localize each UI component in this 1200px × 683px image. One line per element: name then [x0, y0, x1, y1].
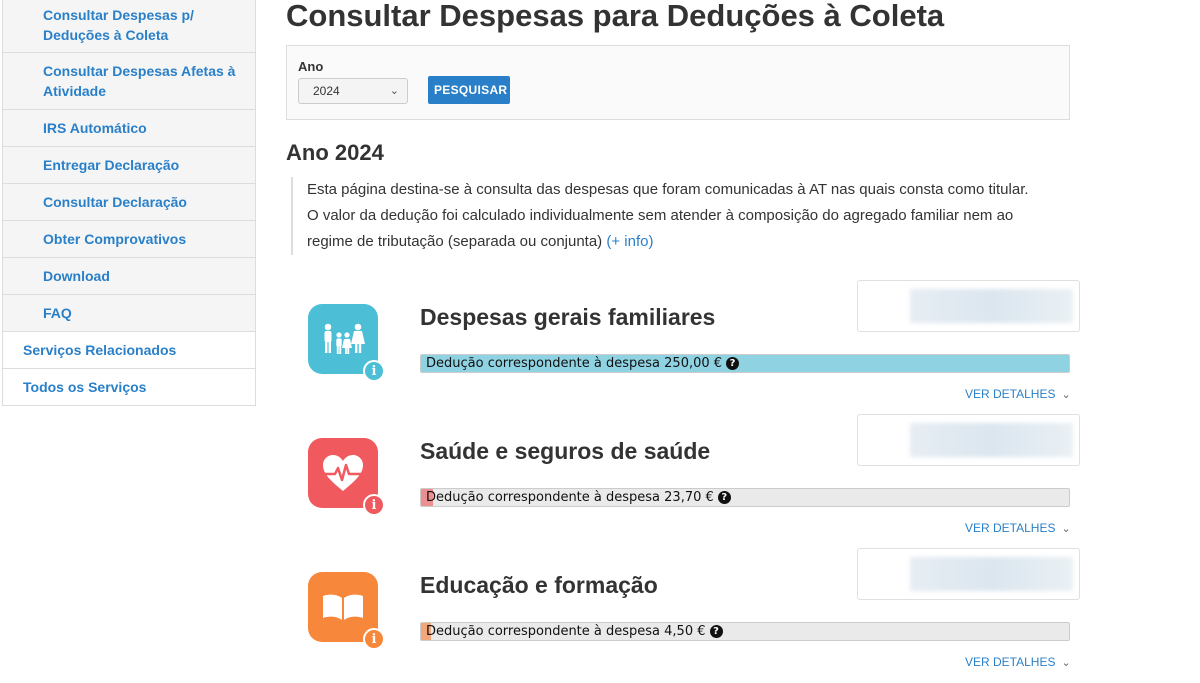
chevron-down-icon: ⌄ [1061, 389, 1071, 401]
category-title: Despesas gerais familiares [420, 304, 716, 330]
chevron-down-icon: ⌄ [389, 85, 399, 97]
help-icon[interactable]: ? [717, 491, 731, 504]
blurred-value [910, 423, 1073, 457]
sidebar-item-label: Download [43, 268, 110, 284]
sidebar-item-obter-comprovativos[interactable]: Obter Comprovativos [2, 221, 256, 258]
category-educacao: i Educação e formação Dedução correspond… [300, 548, 1090, 683]
sidebar-item-download[interactable]: Download [2, 258, 256, 295]
sidebar-item-label: Consultar Declaração [43, 194, 187, 210]
chevron-down-icon: ⌄ [1061, 523, 1071, 535]
amount-box [857, 280, 1080, 332]
info-description: Esta página destina-se à consulta das de… [291, 177, 1061, 255]
sidebar-item-todos-servicos[interactable]: Todos os Serviços [2, 369, 256, 406]
sidebar-item-label: FAQ [43, 305, 72, 321]
deduction-text: Dedução correspondente à despesa 250,00 … [426, 356, 723, 371]
info-icon[interactable]: i [363, 628, 385, 650]
deduction-text-wrap: Dedução correspondente à despesa 4,50 €? [426, 623, 723, 640]
info-icon[interactable]: i [363, 360, 385, 382]
year-heading: Ano 2024 [286, 140, 384, 165]
help-icon[interactable]: ? [726, 357, 740, 370]
year-select[interactable]: 2024 ⌄ [298, 78, 408, 104]
deduction-progress-bar: Dedução correspondente à despesa 250,00 … [420, 354, 1070, 373]
ver-detalhes-link[interactable]: VER DETALHES ⌄ [965, 655, 1071, 669]
sidebar-nav: Consultar Despesas p/ Deduções à Coleta … [2, 0, 256, 406]
chevron-down-icon: ⌄ [1061, 657, 1071, 669]
info-line-1: Esta página destina-se à consulta das de… [307, 181, 1029, 198]
search-filter-panel: Ano 2024 ⌄ PESQUISAR [286, 45, 1070, 120]
year-label: Ano [298, 59, 324, 74]
sidebar-item-consultar-despesas-atividade[interactable]: Consultar Despesas Afetas à Atividade [2, 53, 256, 110]
ver-detalhes-link[interactable]: VER DETALHES ⌄ [965, 387, 1071, 401]
page-title: Consultar Despesas para Deduções à Colet… [286, 0, 945, 33]
deduction-progress-bar: Dedução correspondente à despesa 23,70 €… [420, 488, 1070, 507]
ver-detalhes-link[interactable]: VER DETALHES ⌄ [965, 521, 1071, 535]
sidebar-item-label: Consultar Despesas p/ Deduções à Coleta [43, 6, 194, 43]
sidebar-item-consultar-despesas-deducoes[interactable]: Consultar Despesas p/ Deduções à Coleta [2, 0, 256, 53]
info-icon[interactable]: i [363, 494, 385, 516]
sidebar-item-consultar-declaracao[interactable]: Consultar Declaração [2, 184, 256, 221]
deduction-text: Dedução correspondente à despesa 23,70 € [426, 490, 714, 505]
deduction-text-wrap: Dedução correspondente à despesa 250,00 … [426, 355, 740, 372]
sidebar-item-label: IRS Automático [43, 120, 147, 136]
sidebar-item-label: Serviços Relacionados [23, 342, 177, 358]
category-title: Saúde e seguros de saúde [420, 438, 711, 464]
sidebar-item-irs-automatico[interactable]: IRS Automático [2, 110, 256, 147]
help-icon[interactable]: ? [709, 625, 723, 638]
category-despesas-gerais: i Despesas gerais familiares Dedução cor… [300, 280, 1090, 415]
blurred-value [910, 289, 1073, 323]
category-saude: i Saúde e seguros de saúde Dedução corre… [300, 414, 1090, 549]
more-info-link[interactable]: (+ info) [606, 233, 653, 250]
sidebar-item-entregar-declaracao[interactable]: Entregar Declaração [2, 147, 256, 184]
deduction-text: Dedução correspondente à despesa 4,50 € [426, 624, 706, 639]
blurred-value [910, 557, 1073, 591]
amount-box [857, 414, 1080, 466]
sidebar-item-label: Consultar Despesas Afetas à Atividade [43, 63, 236, 99]
sidebar-item-label: Obter Comprovativos [43, 231, 187, 247]
deduction-progress-bar: Dedução correspondente à despesa 4,50 €? [420, 622, 1070, 641]
sidebar-item-label: Entregar Declaração [43, 157, 180, 173]
amount-box [857, 548, 1080, 600]
sidebar-item-label: Todos os Serviços [23, 379, 147, 395]
year-select-value: 2024 [313, 84, 340, 98]
category-title: Educação e formação [420, 572, 658, 598]
search-button[interactable]: PESQUISAR [428, 76, 510, 104]
deduction-text-wrap: Dedução correspondente à despesa 23,70 €… [426, 489, 731, 506]
info-line-2: O valor da dedução foi calculado individ… [307, 207, 1014, 250]
ver-detalhes-label: VER DETALHES [965, 655, 1056, 669]
ver-detalhes-label: VER DETALHES [965, 521, 1056, 535]
ver-detalhes-label: VER DETALHES [965, 387, 1056, 401]
sidebar-item-servicos-relacionados[interactable]: Serviços Relacionados [2, 332, 256, 369]
sidebar-item-faq[interactable]: FAQ [2, 295, 256, 332]
